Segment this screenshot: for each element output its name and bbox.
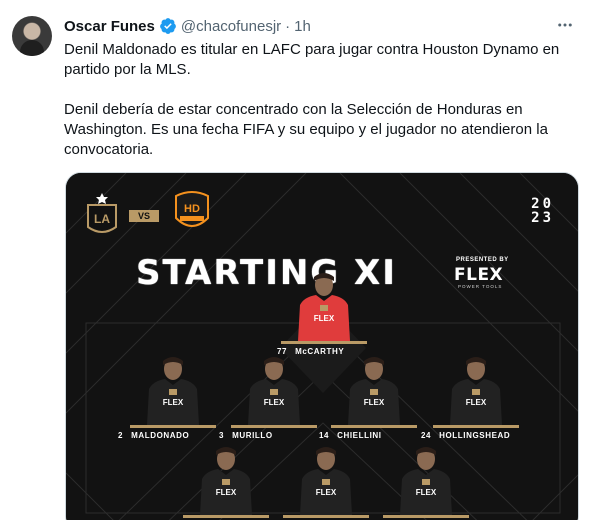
- jersey-sponsor: FLEX: [466, 398, 487, 407]
- jersey-sponsor: FLEX: [163, 398, 184, 407]
- player-figure: FLEX: [298, 273, 350, 341]
- player-figure: FLEX: [348, 357, 400, 425]
- player-number: 14: [319, 431, 330, 440]
- sponsor-subtitle: POWER TOOLS: [458, 284, 503, 289]
- player-figure: FLEX: [248, 357, 300, 425]
- player-figure: FLEX: [450, 357, 502, 425]
- timestamp[interactable]: 1h: [294, 18, 311, 35]
- sponsor-logo: FLEX: [454, 265, 504, 285]
- jersey-sponsor: FLEX: [216, 488, 237, 497]
- player-name: MURILLO: [232, 431, 273, 440]
- tweet-header: Oscar Funes @chacofunesjr · 1h: [64, 16, 311, 36]
- year-top: 20: [531, 196, 554, 212]
- name-plinth: [331, 425, 417, 428]
- svg-text:HD: HD: [184, 203, 200, 215]
- svg-text:LA: LA: [94, 212, 110, 226]
- tweet[interactable]: Oscar Funes @chacofunesjr · 1h Denil Mal…: [0, 0, 590, 520]
- avatar[interactable]: [12, 16, 52, 56]
- player-figure: FLEX: [147, 357, 199, 425]
- jersey-sponsor: FLEX: [416, 488, 437, 497]
- player-number: 2: [118, 431, 124, 440]
- name-plinth: [231, 425, 317, 428]
- tweet-text: Denil Maldonado es titular en LAFC para …: [64, 40, 574, 160]
- jersey-sponsor: FLEX: [314, 314, 335, 323]
- vs-label: VS: [129, 210, 159, 222]
- name-plinth: [433, 425, 519, 428]
- jersey-sponsor: FLEX: [364, 398, 385, 407]
- player-card: FLEX 77 McCARTHY: [277, 271, 379, 361]
- player-figure: FLEX: [200, 447, 252, 515]
- year-bottom: 23: [531, 210, 554, 226]
- tweet-paragraph: Denil Maldonado es titular en LAFC para …: [64, 41, 560, 78]
- name-plinth: [383, 515, 469, 518]
- player-card: FLEX 2 MALDONADO: [118, 355, 228, 445]
- player-number: 3: [219, 431, 225, 440]
- houston-dynamo-crest-icon: HD: [175, 191, 209, 227]
- name-plinth: [283, 515, 369, 518]
- author-name[interactable]: Oscar Funes: [64, 18, 155, 35]
- tweet-paragraph: Denil debería de estar concentrado con l…: [64, 101, 548, 158]
- jersey-sponsor: FLEX: [316, 488, 337, 497]
- player-card: FLEX18DUEÑAS: [381, 445, 481, 520]
- player-card: FLEX12PALACIOS: [181, 445, 281, 520]
- season-year: 20 23: [531, 197, 554, 225]
- player-name: MALDONADO: [131, 431, 190, 440]
- separator-dot: ·: [285, 17, 291, 35]
- player-card: FLEX6SÁNCHEZ: [281, 445, 381, 520]
- name-plinth: [183, 515, 269, 518]
- author-handle[interactable]: @chacofunesjr: [181, 18, 281, 35]
- tweet-image[interactable]: LA VS HD 20 23 STARTING XI PRESENTED BY …: [65, 172, 579, 520]
- more-horizontal-icon[interactable]: [554, 14, 576, 36]
- name-plinth: [130, 425, 216, 428]
- player-number: 24: [421, 431, 432, 440]
- name-plinth: [281, 341, 367, 344]
- lafc-crest-icon: LA: [87, 193, 117, 233]
- player-figure: FLEX: [300, 447, 352, 515]
- player-card: FLEX 14 CHIELLINI: [319, 355, 429, 445]
- player-card: FLEX 3 MURILLO: [219, 355, 329, 445]
- verified-badge-icon: [159, 18, 176, 34]
- player-figure: FLEX: [400, 447, 452, 515]
- player-label: 24 HOLLINGSHEAD: [421, 431, 541, 440]
- jersey-sponsor: FLEX: [264, 398, 285, 407]
- player-name: CHIELLINI: [337, 431, 382, 440]
- presented-by: PRESENTED BY: [456, 257, 509, 263]
- player-card: FLEX 24 HOLLINGSHEAD: [421, 355, 531, 445]
- player-name: HOLLINGSHEAD: [439, 431, 511, 440]
